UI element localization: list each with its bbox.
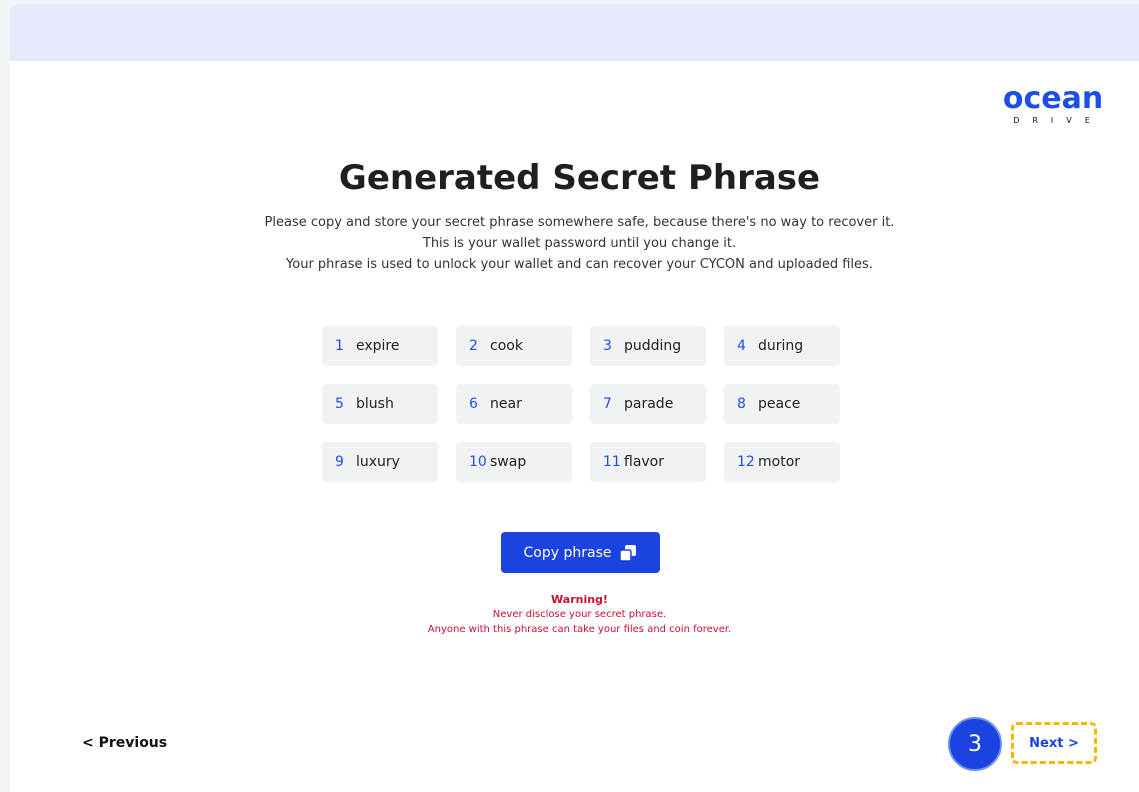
ocean-drive-logo: ocean DRIVE — [993, 84, 1113, 128]
copy-phrase-button[interactable]: Copy phrase — [501, 532, 660, 573]
word-text: peace — [758, 396, 801, 412]
word-number: 10 — [469, 454, 487, 470]
word-number: 5 — [335, 396, 344, 412]
phrase-word-4: 4 during — [724, 326, 840, 366]
warning-title: Warning! — [551, 593, 608, 606]
word-number: 8 — [737, 396, 746, 412]
word-text: blush — [356, 396, 394, 412]
warning-line: Never disclose your secret phrase. — [492, 609, 667, 620]
phrase-word-7: 7 parade — [590, 384, 706, 424]
word-text: parade — [624, 396, 674, 412]
phrase-word-2: 2 cook — [456, 326, 572, 366]
word-text: near — [490, 396, 522, 412]
phrase-word-6: 6 near — [456, 384, 572, 424]
description-line: Please copy and store your secret phrase… — [264, 215, 895, 230]
phrase-word-10: 10 swap — [456, 442, 572, 482]
warning-block: Warning! Never disclose your secret phra… — [0, 592, 1139, 637]
page-title: Generated Secret Phrase — [338, 158, 821, 198]
word-number: 2 — [469, 338, 478, 354]
word-text: luxury — [356, 454, 400, 470]
secret-phrase-grid: 1 expire 2 cook 3 pudding 4 during 5 blush 6n… — [322, 326, 842, 482]
phrase-word-1: 1 expire — [322, 326, 438, 366]
step-badge: 3 — [948, 717, 1002, 771]
logo-sub-text: DRIVE — [1013, 116, 1103, 125]
description-line: This is your wallet password until you c… — [422, 236, 737, 251]
phrase-word-9: 9 luxury — [322, 442, 438, 482]
word-text: expire — [356, 338, 400, 354]
copy-icon — [619, 544, 637, 562]
word-number: 9 — [335, 454, 344, 470]
phrase-word-12: 12 motor — [724, 442, 840, 482]
word-text: flavor — [624, 454, 665, 470]
word-text: during — [758, 338, 804, 354]
phrase-word-11: 11 flavor — [590, 442, 706, 482]
word-number: 3 — [603, 338, 612, 354]
word-number: 4 — [737, 338, 746, 354]
phrase-word-5: 5 blush — [322, 384, 438, 424]
phrase-word-8: 8 peace — [724, 384, 840, 424]
logo-main-text: ocean — [1002, 81, 1104, 116]
word-text: swap — [490, 454, 527, 470]
word-number: 6 — [469, 396, 478, 412]
word-number: 7 — [603, 396, 612, 412]
next-button[interactable]: Next > — [1029, 736, 1079, 751]
top-banner — [10, 5, 1139, 61]
word-text: motor — [758, 454, 801, 470]
word-number: 1 — [335, 338, 344, 354]
previous-button[interactable]: < Previous — [82, 735, 167, 751]
word-number: 12 — [737, 454, 755, 470]
page-description: Please copy and store your secret phrase… — [0, 212, 1139, 275]
next-highlight: Next > — [1011, 722, 1097, 764]
description-line: Your phrase is used to unlock your walle… — [286, 257, 873, 272]
word-number: 11 — [603, 454, 621, 470]
warning-line: Anyone with this phrase can take your fi… — [427, 624, 732, 635]
phrase-word-3: 3 pudding — [590, 326, 706, 366]
copy-phrase-label: Copy phrase — [523, 544, 612, 561]
word-text: cook — [490, 338, 523, 354]
word-text: pudding — [624, 338, 682, 354]
